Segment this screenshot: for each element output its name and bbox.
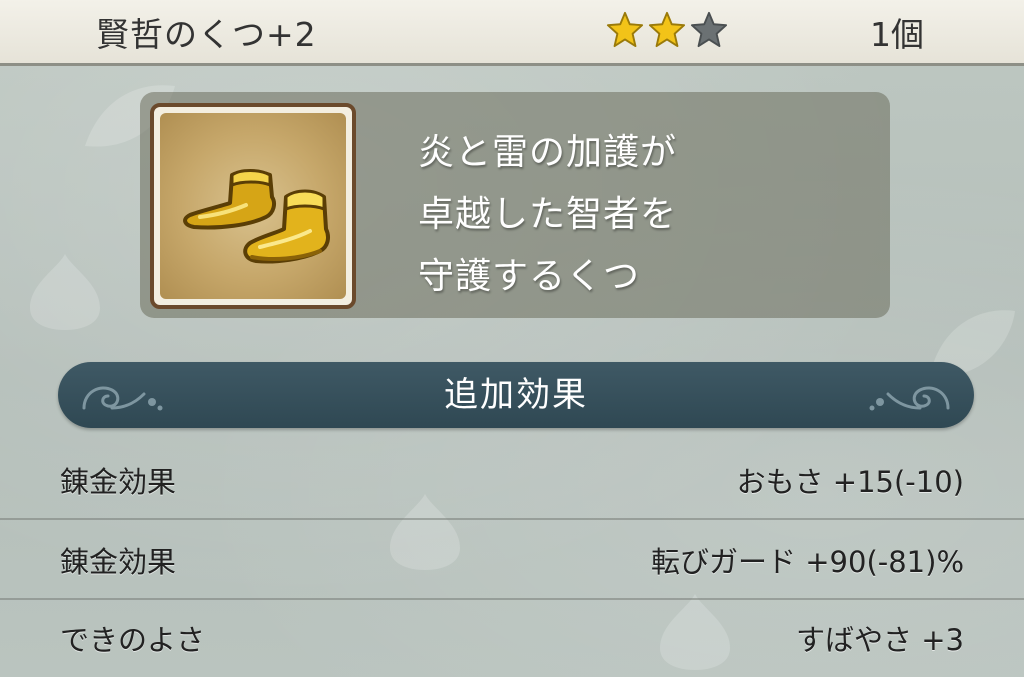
effect-row: できのよさ すばやさ +3 [0,600,1024,677]
section-title: 追加効果 [444,375,588,415]
description-line: 守護するくつ [418,256,641,297]
item-quantity: 1個 [870,15,924,54]
item-icon-frame [150,103,356,309]
item-name: 賢哲のくつ+2 [96,15,317,54]
rating-stars [606,10,728,48]
effect-row: 錬金効果 転びガード +90(-81)% [0,520,1024,600]
star-filled-icon [648,10,686,48]
star-filled-icon [606,10,644,48]
effect-value: すばやさ +3 [796,623,964,657]
slime-motif [30,254,100,330]
star-empty-icon [690,10,728,48]
effect-row: 錬金効果 おもさ +15(-10) [0,440,1024,520]
description-line: 卓越した智者を [418,194,678,235]
item-header: 賢哲のくつ+2 1個 [0,0,1024,66]
golden-boots-icon [160,113,346,299]
item-description: 炎と雷の加護が 卓越した智者を 守護するくつ [418,122,677,308]
effect-value: おもさ +15(-10) [736,465,964,499]
scroll-ornament-right-icon [869,386,950,411]
additional-effects-banner: 追加効果 [58,362,974,428]
effect-value: 転びガード +90(-81)% [651,545,964,579]
effect-label: 錬金効果 [60,545,177,579]
effect-label: 錬金効果 [60,465,177,499]
effect-label: できのよさ [60,623,206,657]
description-line: 炎と雷の加護が [418,132,678,173]
